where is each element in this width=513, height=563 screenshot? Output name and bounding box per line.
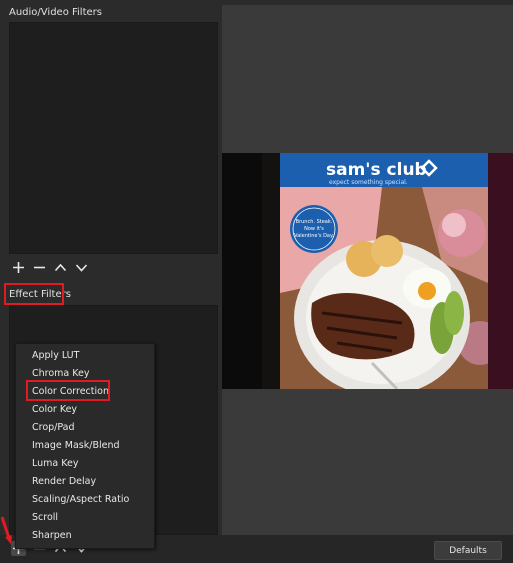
- defaults-button[interactable]: Defaults: [434, 541, 502, 560]
- menu-item-render-delay[interactable]: Render Delay: [32, 476, 96, 487]
- preview-image: sam's club expect something special. Bru…: [222, 153, 513, 389]
- chevron-up-icon: [54, 263, 67, 272]
- color-correction-highlight: [26, 380, 110, 401]
- minus-icon: [34, 266, 45, 269]
- svg-text:Valentine's Day.: Valentine's Day.: [294, 233, 334, 239]
- menu-item-apply-lut[interactable]: Apply LUT: [32, 350, 79, 361]
- svg-text:Now it's: Now it's: [304, 226, 324, 232]
- move-down-button[interactable]: [74, 260, 89, 275]
- audio-video-filters-label: Audio/Video Filters: [9, 7, 102, 18]
- menu-item-sharpen[interactable]: Sharpen: [32, 530, 72, 541]
- plus-icon: [13, 262, 24, 273]
- menu-item-scaling-aspect-ratio[interactable]: Scaling/Aspect Ratio: [32, 494, 129, 505]
- menu-item-scroll[interactable]: Scroll: [32, 512, 58, 523]
- remove-filter-button[interactable]: [32, 260, 47, 275]
- audio-video-filters-toolbar: [11, 260, 89, 275]
- tagline-text: expect something special.: [329, 179, 408, 186]
- menu-item-luma-key[interactable]: Luma Key: [32, 458, 78, 469]
- menu-item-image-mask-blend[interactable]: Image Mask/Blend: [32, 440, 120, 451]
- menu-item-color-key[interactable]: Color Key: [32, 404, 77, 415]
- preview-photo-graphic: sam's club expect something special. Bru…: [222, 153, 513, 389]
- audio-video-filters-list[interactable]: [9, 22, 218, 254]
- menu-item-chroma-key[interactable]: Chroma Key: [32, 368, 89, 379]
- move-up-button[interactable]: [53, 260, 68, 275]
- chevron-down-icon: [75, 264, 88, 272]
- red-arrow-annotation: [0, 516, 12, 544]
- effect-filter-menu: Apply LUT Chroma Key Color Correction Co…: [15, 343, 155, 549]
- effect-filters-highlight: [4, 283, 64, 305]
- svg-text:Brunch. Steak.: Brunch. Steak.: [296, 219, 333, 225]
- brand-text: sam's club: [326, 160, 427, 180]
- menu-item-crop-pad[interactable]: Crop/Pad: [32, 422, 75, 433]
- add-filter-button[interactable]: [11, 260, 26, 275]
